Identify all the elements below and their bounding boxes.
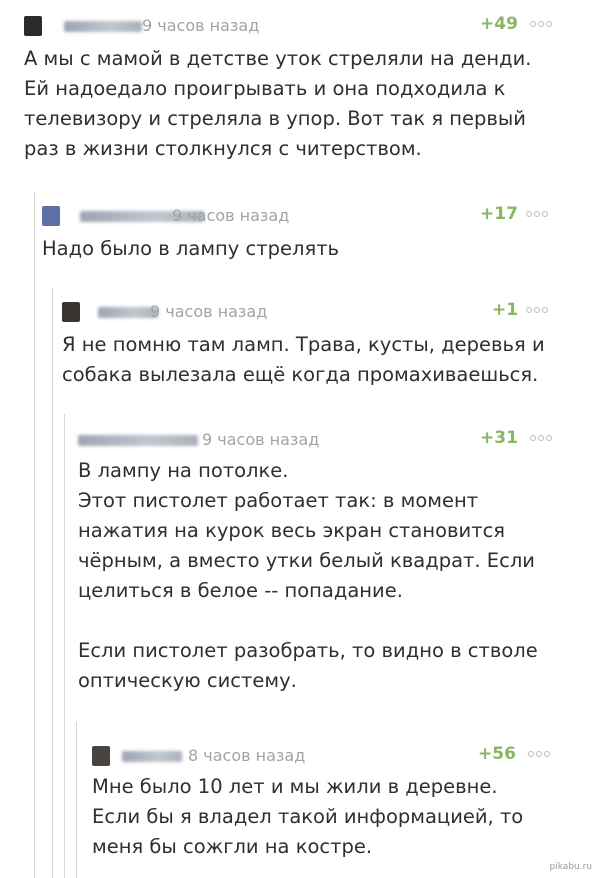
comment-time: 9 часов назад [172, 206, 290, 225]
comment-header: 8 часов назад +56 [92, 744, 586, 770]
comment-header: 9 часов назад +17 [42, 204, 586, 230]
more-options-icon[interactable] [530, 435, 552, 441]
avatar[interactable] [42, 206, 60, 226]
comment-text: Мне было 10 лет и мы жили в деревне. Есл… [92, 772, 582, 862]
comment-paragraph: Если пистолет разобрать, то видно в ство… [78, 639, 538, 692]
comment-rating: +31 [480, 428, 518, 448]
comment-rating: +56 [478, 744, 516, 764]
comment-text: Я не помню там ламп. Трава, кусты, дерев… [62, 330, 572, 390]
comment-rating: +49 [480, 14, 518, 34]
more-options-icon[interactable] [526, 211, 548, 217]
comment-paragraph: Мне было 10 лет и мы жили в деревне. Есл… [92, 775, 524, 858]
comment-time: 9 часов назад [142, 16, 260, 35]
avatar[interactable] [24, 16, 42, 36]
comment-header: 9 часов назад +1 [62, 300, 586, 326]
username[interactable] [98, 307, 158, 318]
thread-line [34, 192, 35, 878]
comment-text: А мы с мамой в детстве уток стреляли на … [24, 44, 584, 164]
thread-line [64, 414, 65, 878]
comment-paragraph: Я не помню там ламп. Трава, кусты, дерев… [62, 333, 545, 386]
username[interactable] [64, 21, 142, 32]
watermark: pikabu.ru [549, 862, 592, 872]
comment-time: 9 часов назад [150, 302, 268, 321]
comment-header: 9 часов назад +49 [24, 14, 586, 40]
comment-text: Надо было в лампу стрелять [42, 234, 562, 264]
comment-time: 8 часов назад [188, 746, 306, 765]
thread-line [52, 288, 53, 878]
username[interactable] [78, 435, 198, 446]
more-options-icon[interactable] [526, 307, 548, 313]
comment-paragraph: А мы с мамой в детстве уток стреляли на … [24, 47, 532, 160]
comment-header: 9 часов назад +31 [78, 428, 586, 454]
comment-text: В лампу на потолке. Этот пистолет работа… [78, 456, 578, 696]
comment-time: 9 часов назад [202, 430, 320, 449]
comment-rating: +1 [492, 300, 519, 320]
comment-paragraph: В лампу на потолке. Этот пистолет работа… [78, 459, 535, 602]
avatar[interactable] [62, 302, 80, 322]
more-options-icon[interactable] [528, 751, 550, 757]
comment-paragraph: Надо было в лампу стрелять [42, 237, 340, 260]
thread-line [76, 722, 77, 878]
comment-rating: +17 [480, 204, 518, 224]
avatar[interactable] [92, 746, 110, 766]
more-options-icon[interactable] [530, 21, 552, 27]
username[interactable] [122, 751, 182, 762]
